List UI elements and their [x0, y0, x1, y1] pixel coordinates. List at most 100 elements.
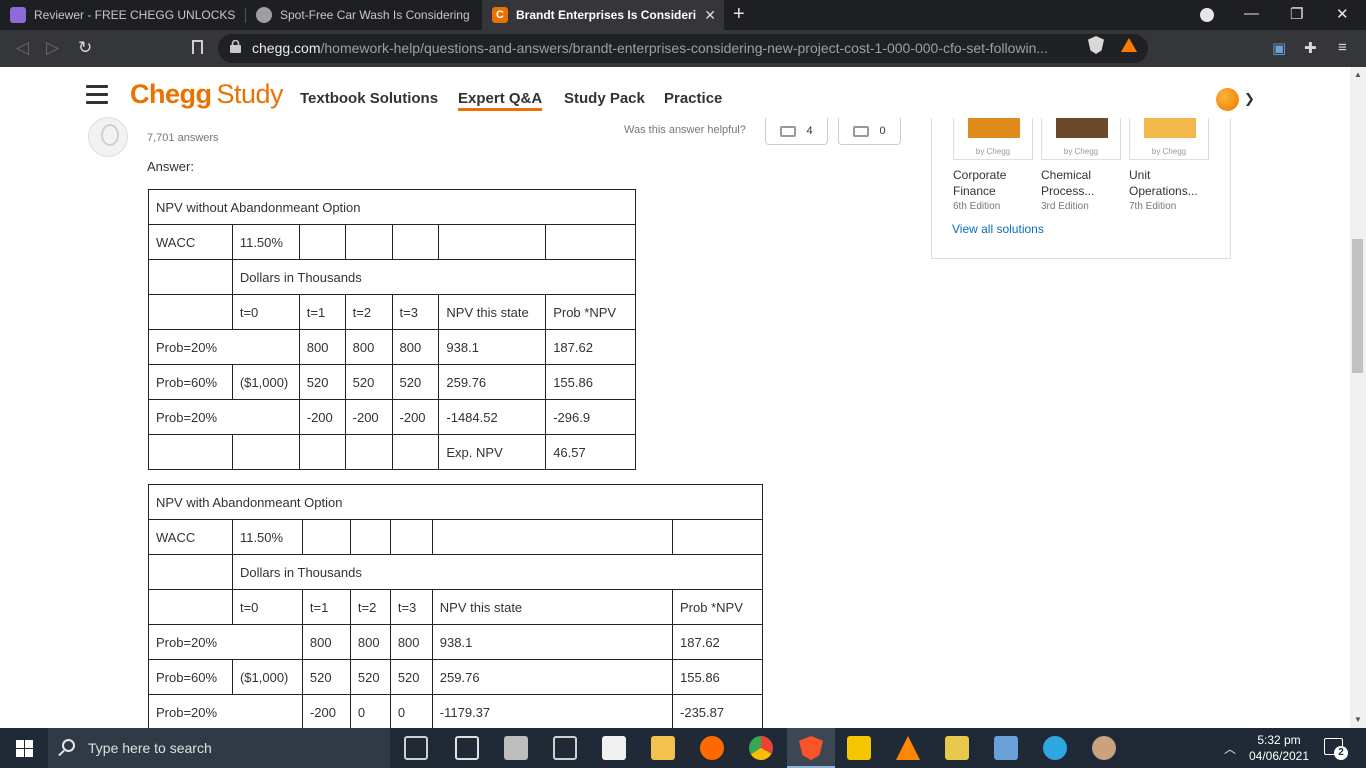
- nav-study-pack[interactable]: Study Pack: [564, 90, 645, 107]
- book-edition: 3rd Edition: [1041, 201, 1089, 212]
- search-icon: [62, 739, 75, 752]
- column-header: t=2: [344, 294, 393, 330]
- dictionary-app-icon[interactable]: [504, 736, 528, 760]
- table-title: NPV with Abandonmeant Option: [148, 484, 763, 520]
- logo-main: Chegg: [130, 79, 212, 109]
- cell-npv: 259.76: [431, 659, 674, 695]
- file-explorer-icon[interactable]: [651, 736, 675, 760]
- wacc-label: WACC: [148, 224, 233, 260]
- column-header: t=2: [349, 589, 391, 625]
- profile-menu-icon[interactable]: [1200, 8, 1214, 22]
- chegg-study-logo[interactable]: Chegg Study: [130, 79, 284, 110]
- table-header-row: t=0 t=1 t=2 t=3 NPV this state Prob *NPV: [148, 294, 636, 330]
- close-tab-icon[interactable]: ✕: [704, 7, 716, 24]
- page-scrollbar[interactable]: ▲ ▼: [1350, 67, 1366, 728]
- game-app-icon[interactable]: [1092, 736, 1116, 760]
- user-avatar[interactable]: [1216, 88, 1239, 111]
- scroll-up-icon[interactable]: ▲: [1354, 70, 1362, 79]
- table-title: NPV without Abandonmeant Option: [148, 189, 636, 225]
- textbook-unit-operations[interactable]: by Chegg Unit Operations... 7th Edition: [1129, 118, 1215, 212]
- video-player-icon[interactable]: [847, 736, 871, 760]
- nav-expert-qa[interactable]: Expert Q&A: [458, 90, 543, 111]
- thumbs-down-button[interactable]: 0: [838, 118, 901, 145]
- restore-button[interactable]: ❐: [1290, 5, 1303, 23]
- chevron-down-icon[interactable]: ❯: [1244, 91, 1255, 107]
- extensions-puzzle-icon[interactable]: ✚: [1304, 39, 1317, 57]
- column-header: Prob *NPV: [672, 589, 763, 625]
- notification-center-icon[interactable]: 2: [1324, 738, 1348, 760]
- book-edition: 6th Edition: [953, 201, 1001, 212]
- bookmark-icon[interactable]: [192, 40, 203, 54]
- column-header: t=0: [231, 589, 303, 625]
- chrome-icon[interactable]: [749, 736, 773, 760]
- table-row: Prob=20% 800 800 800 938.1 187.62: [148, 329, 636, 365]
- table-row: Dollars in Thousands: [148, 259, 637, 295]
- browser-tab-spot-free[interactable]: Spot-Free Car Wash Is Considering A N: [246, 0, 482, 30]
- browser-tab-brandt[interactable]: C Brandt Enterprises Is Considering ✕: [482, 0, 724, 30]
- textbook-chemical-process[interactable]: by Chegg Chemical Process... 3rd Edition: [1041, 118, 1127, 212]
- prob-cell: Prob=60%: [148, 659, 233, 695]
- table-row: Prob=60% ($1,000) 520 520 520 259.76 155…: [148, 659, 763, 695]
- cell-prob-npv: 155.86: [545, 364, 636, 400]
- hamburger-menu-icon[interactable]: [86, 85, 108, 104]
- thumbs-down-count: 0: [879, 125, 886, 137]
- back-icon[interactable]: ◁: [16, 38, 29, 58]
- column-header: t=0: [231, 294, 300, 330]
- scroll-down-icon[interactable]: ▼: [1354, 715, 1362, 724]
- reload-icon[interactable]: ↻: [78, 38, 92, 58]
- cell-t3: 800: [389, 624, 433, 660]
- cover-image: [1144, 118, 1196, 138]
- units-label: Dollars in Thousands: [231, 259, 637, 295]
- thumbs-up-icon: [780, 125, 797, 137]
- close-window-button[interactable]: ✕: [1336, 5, 1349, 23]
- book-title: Chemical Process...: [1041, 168, 1095, 198]
- by-chegg-label: by Chegg: [1151, 147, 1187, 156]
- calculator-icon[interactable]: [553, 736, 577, 760]
- npv-table-with-abandonment: NPV with Abandonmeant Option WACC 11.50%…: [148, 484, 764, 730]
- view-all-solutions-link[interactable]: View all solutions: [952, 222, 1044, 236]
- clock-time: 5:32 pm: [1257, 733, 1301, 747]
- notes-app-icon[interactable]: [994, 736, 1018, 760]
- browser-menu-icon[interactable]: ≡: [1338, 39, 1347, 56]
- wacc-label: WACC: [148, 519, 233, 555]
- translate-extension-icon[interactable]: ▣: [1272, 39, 1286, 57]
- nav-textbook-solutions[interactable]: Textbook Solutions: [300, 90, 438, 107]
- cell-npv: 259.76: [438, 364, 547, 400]
- textbook-corporate-finance[interactable]: by Chegg Corporate Finance 6th Edition: [953, 118, 1039, 212]
- cell-t2: -200: [344, 399, 393, 435]
- new-tab-button[interactable]: +: [733, 3, 745, 26]
- cell-prob-npv: 187.62: [672, 624, 763, 660]
- expert-answers-count: 7,701 answers: [147, 132, 219, 144]
- wacc-value: 11.50%: [231, 224, 300, 260]
- forward-icon[interactable]: ▷: [46, 38, 59, 58]
- windows-taskbar: Type here to search ︿ 5:32 pm 04/06/2021…: [0, 728, 1366, 768]
- brave-rewards-icon[interactable]: [1121, 38, 1137, 52]
- archive-app-icon[interactable]: [945, 736, 969, 760]
- by-chegg-label: by Chegg: [975, 147, 1011, 156]
- notepad-icon[interactable]: [455, 736, 479, 760]
- address-bar[interactable]: chegg.com/homework-help/questions-and-an…: [218, 34, 1148, 63]
- taskbar-clock[interactable]: 5:32 pm 04/06/2021: [1246, 732, 1312, 764]
- thumbs-up-count: 4: [806, 125, 813, 137]
- column-header: t=1: [298, 294, 346, 330]
- book-title: Corporate Finance: [953, 168, 1007, 198]
- telegram-icon[interactable]: [1043, 736, 1067, 760]
- task-view-icon[interactable]: [404, 736, 428, 760]
- cover-image: [1056, 118, 1108, 138]
- table-row: Exp. NPV 46.57: [148, 434, 636, 470]
- url-domain: chegg.com: [252, 40, 321, 56]
- taskbar-search-box[interactable]: Type here to search: [48, 728, 390, 768]
- minimize-button[interactable]: —: [1244, 5, 1259, 22]
- nav-practice[interactable]: Practice: [664, 90, 722, 107]
- cell-t3: 520: [391, 364, 440, 400]
- system-tray-caret-icon[interactable]: ︿: [1224, 740, 1236, 757]
- windows-start-icon[interactable]: [16, 740, 33, 757]
- browser-tab-reviewer[interactable]: Reviewer - FREE CHEGG UNLOCKS | Pa: [0, 0, 245, 30]
- vlc-icon[interactable]: [896, 736, 920, 760]
- wacc-value: 11.50%: [231, 519, 303, 555]
- media-app-icon[interactable]: [700, 736, 724, 760]
- camera-app-icon[interactable]: [602, 736, 626, 760]
- scrollbar-thumb[interactable]: [1352, 239, 1363, 373]
- cell-prob-npv: 155.86: [672, 659, 763, 695]
- thumbs-up-button[interactable]: 4: [765, 118, 828, 145]
